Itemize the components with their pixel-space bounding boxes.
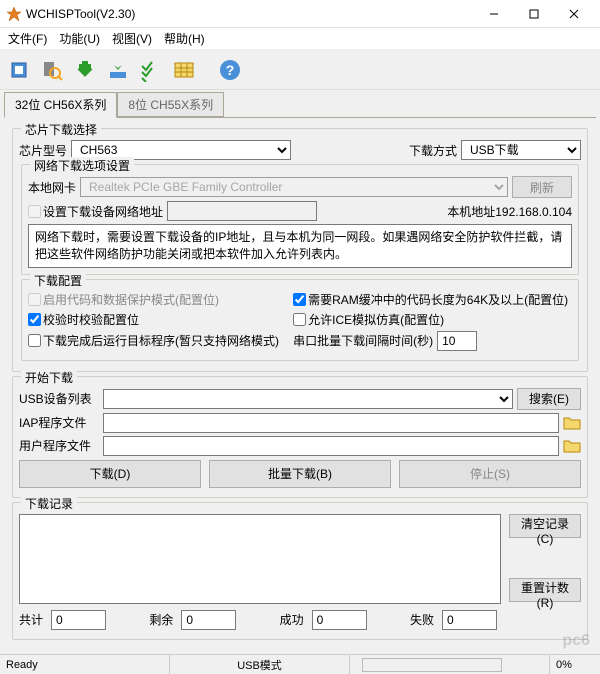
svg-text:?: ? (226, 62, 235, 78)
reset-count-button[interactable]: 重置计数(R) (509, 578, 581, 602)
download-button[interactable]: 下载(D) (19, 460, 201, 488)
nic-select[interactable]: Realtek PCIe GBE Family Controller (80, 177, 508, 197)
download-config-legend: 下载配置 (30, 272, 86, 289)
user-file-input[interactable] (103, 436, 559, 456)
search-button[interactable]: 搜索(E) (517, 388, 581, 410)
remain-label: 剩余 (149, 611, 173, 628)
download-method-select[interactable]: USB下载 (461, 140, 581, 160)
success-label: 成功 (280, 611, 304, 628)
window-title: WCHISPTool(V2.30) (26, 7, 474, 21)
toolbar-find-icon[interactable] (37, 55, 67, 85)
stop-button[interactable]: 停止(S) (399, 460, 581, 488)
toolbar-chip-icon[interactable] (4, 55, 34, 85)
watermark: pc6 (562, 632, 590, 650)
network-note: 网络下载时，需要设置下载设备的IP地址，且与本机为同一网段。如果遇网络安全防护软… (28, 224, 572, 268)
close-button[interactable] (554, 3, 594, 25)
verify-config-checkbox[interactable]: 校验时校验配置位 (28, 311, 289, 328)
download-log-group: 下载记录 清空记录(C) 重置计数(R) 共计 剩余 成功 失败 (12, 502, 588, 640)
toolbar-help-icon[interactable]: ? (215, 55, 245, 85)
toolbar-batch-icon[interactable] (103, 55, 133, 85)
menu-func[interactable]: 功能(U) (53, 27, 106, 50)
start-download-group: 开始下载 USB设备列表 搜索(E) IAP程序文件 用户程序文件 下载(D) … (12, 376, 588, 498)
main-panel: 芯片下载选择 芯片型号 CH563 下载方式 USB下载 网络下载选项设置 本地… (4, 118, 596, 650)
success-value[interactable] (312, 610, 367, 630)
batch-download-button[interactable]: 批量下载(B) (209, 460, 391, 488)
network-options-legend: 网络下载选项设置 (30, 157, 134, 174)
usb-list-select[interactable] (103, 389, 513, 409)
clear-log-button[interactable]: 清空记录(C) (509, 514, 581, 538)
interval-label: 串口批量下载间隔时间(秒) (293, 332, 433, 349)
download-method-label: 下载方式 (409, 142, 457, 159)
chip-model-label: 芯片型号 (19, 142, 67, 159)
usb-list-label: USB设备列表 (19, 390, 99, 407)
allow-ice-checkbox[interactable]: 允许ICE模拟仿真(配置位) (293, 311, 444, 328)
refresh-button[interactable]: 刷新 (512, 176, 572, 198)
user-file-label: 用户程序文件 (19, 437, 99, 454)
toolbar-download-icon[interactable] (70, 55, 100, 85)
network-options-group: 网络下载选项设置 本地网卡 Realtek PCIe GBE Family Co… (21, 164, 579, 275)
statusbar: Ready USB模式 0% (0, 654, 600, 674)
toolbar-check-icon[interactable] (136, 55, 166, 85)
total-value[interactable] (51, 610, 106, 630)
menu-view[interactable]: 视图(V) (106, 27, 158, 50)
fail-value[interactable] (442, 610, 497, 630)
ram-64k-checkbox[interactable]: 需要RAM缓冲中的代码长度为64K及以上(配置位) (293, 291, 568, 308)
log-textarea[interactable] (19, 514, 501, 604)
set-net-addr-checkbox[interactable]: 设置下载设备网络地址 (28, 203, 163, 220)
maximize-button[interactable] (514, 3, 554, 25)
status-percent: 0% (550, 655, 600, 674)
iap-file-label: IAP程序文件 (19, 414, 99, 431)
titlebar: WCHISPTool(V2.30) (0, 0, 600, 28)
run-after-download-checkbox[interactable]: 下载完成后运行目标程序(暂只支持网络模式) (28, 332, 289, 349)
iap-browse-icon[interactable] (563, 415, 581, 431)
protect-mode-checkbox[interactable]: 启用代码和数据保护模式(配置位) (28, 291, 289, 308)
toolbar: ? (0, 50, 600, 90)
device-addr-input[interactable] (167, 201, 317, 221)
fail-label: 失败 (410, 611, 434, 628)
menubar: 文件(F) 功能(U) 视图(V) 帮助(H) (0, 28, 600, 50)
download-config-group: 下载配置 启用代码和数据保护模式(配置位) 需要RAM缓冲中的代码长度为64K及… (21, 279, 579, 361)
total-label: 共计 (19, 611, 43, 628)
download-log-legend: 下载记录 (21, 495, 77, 512)
host-addr-label: 本机地址192.168.0.104 (447, 203, 572, 220)
user-browse-icon[interactable] (563, 438, 581, 454)
progress-bar (362, 658, 502, 672)
status-mode: USB模式 (170, 655, 350, 674)
toolbar-grid-icon[interactable] (169, 55, 199, 85)
menu-help[interactable]: 帮助(H) (158, 27, 211, 50)
nic-label: 本地网卡 (28, 179, 76, 196)
start-download-legend: 开始下载 (21, 369, 77, 386)
chip-select-legend: 芯片下载选择 (21, 121, 101, 138)
remain-value[interactable] (181, 610, 236, 630)
menu-file[interactable]: 文件(F) (2, 27, 53, 50)
tab-32bit[interactable]: 32位 CH56X系列 (4, 92, 117, 118)
app-icon (6, 6, 22, 22)
tab-8bit[interactable]: 8位 CH55X系列 (117, 92, 224, 117)
minimize-button[interactable] (474, 3, 514, 25)
interval-input[interactable] (437, 331, 477, 351)
iap-file-input[interactable] (103, 413, 559, 433)
chip-select-group: 芯片下载选择 芯片型号 CH563 下载方式 USB下载 网络下载选项设置 本地… (12, 128, 588, 372)
tab-bar: 32位 CH56X系列 8位 CH55X系列 (4, 92, 596, 118)
status-ready: Ready (0, 655, 170, 674)
